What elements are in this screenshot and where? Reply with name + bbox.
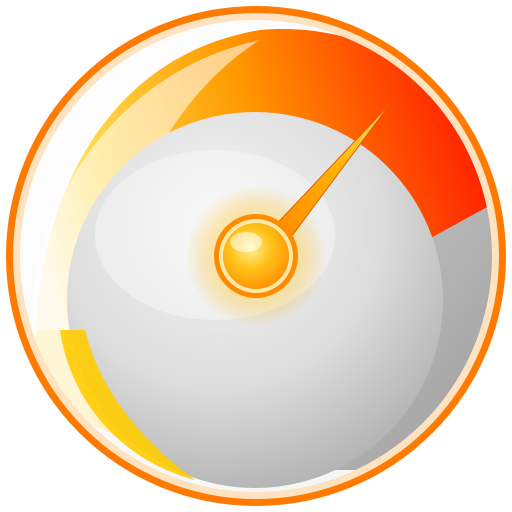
hub-highlight	[230, 232, 262, 252]
speedometer-gauge-icon	[6, 6, 506, 506]
hub-center	[223, 223, 289, 289]
